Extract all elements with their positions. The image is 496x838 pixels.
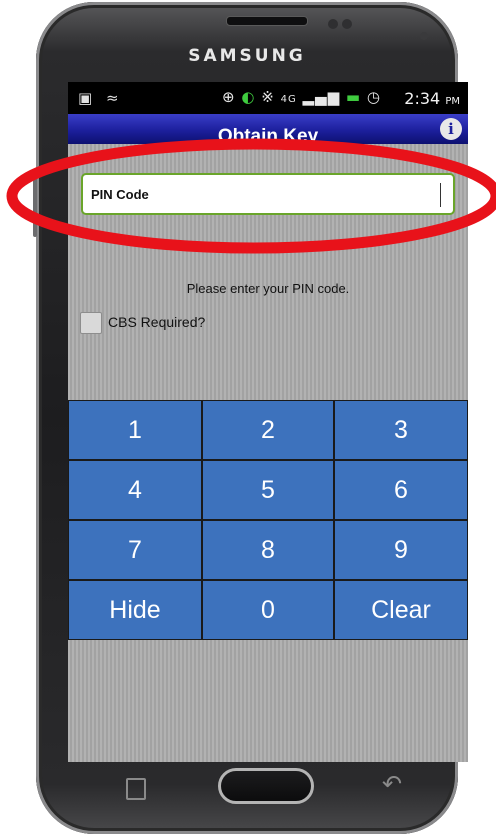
wifi-icon: ≈: [106, 89, 119, 107]
clock: 2:34 PM: [404, 89, 460, 108]
cell-signal-icon: ▂▄▆: [302, 88, 341, 106]
pin-code-label: PIN Code: [91, 187, 149, 202]
earpiece-speaker: [226, 16, 308, 26]
key-0[interactable]: 0: [202, 580, 334, 640]
key-hide[interactable]: Hide: [68, 580, 202, 640]
back-icon[interactable]: ↶: [382, 770, 402, 798]
home-button[interactable]: [218, 768, 314, 804]
status-icons: ⊕ ◐ ※ 4G ▂▄▆ ▬ ◷: [222, 88, 381, 106]
cbs-required-label[interactable]: CBS Required?: [108, 314, 205, 330]
key-clear[interactable]: Clear: [334, 580, 468, 640]
key-3[interactable]: 3: [334, 400, 468, 460]
alarm-icon: ◷: [366, 88, 381, 106]
info-icon[interactable]: i: [440, 118, 462, 140]
battery-icon: ▬: [345, 88, 362, 106]
cbs-required-checkbox[interactable]: [80, 312, 102, 334]
signal-icon: ◐: [241, 88, 256, 106]
key-8[interactable]: 8: [202, 520, 334, 580]
numeric-keypad: 1 2 3 4 5 6 7 8 9 Hide 0 Clear: [68, 400, 468, 640]
navigation-bar: ↶: [68, 762, 468, 818]
clock-time: 2:34: [404, 89, 441, 108]
key-9[interactable]: 9: [334, 520, 468, 580]
front-camera: [420, 32, 428, 40]
key-2[interactable]: 2: [202, 400, 334, 460]
text-caret: [440, 183, 441, 207]
volume-key[interactable]: [33, 177, 37, 237]
key-5[interactable]: 5: [202, 460, 334, 520]
stage: SAMSUNG ▣ ≈ ⊕ ◐ ※ 4G ▂▄▆ ▬ ◷ 2:34 PM Obt…: [0, 0, 496, 838]
pin-prompt-text: Please enter your PIN code.: [186, 281, 350, 296]
recent-apps-icon[interactable]: [126, 778, 146, 800]
proximity-sensor: [328, 19, 338, 29]
key-6[interactable]: 6: [334, 460, 468, 520]
main-content: PIN Code Please enter your PIN code. CBS…: [68, 144, 468, 762]
pin-code-input[interactable]: PIN Code: [81, 173, 455, 215]
gps-icon: ⊕: [222, 88, 236, 106]
bluetooth-icon: ※: [261, 88, 275, 106]
key-1[interactable]: 1: [68, 400, 202, 460]
page-title: Obtain Key: [217, 126, 319, 144]
title-bar: Obtain Key i: [68, 114, 468, 144]
gallery-icon: ▣: [78, 89, 93, 107]
status-bar: ▣ ≈ ⊕ ◐ ※ 4G ▂▄▆ ▬ ◷ 2:34 PM: [68, 82, 468, 114]
light-sensor: [342, 19, 352, 29]
clock-suffix: PM: [445, 96, 460, 107]
4g-lte-icon: 4G: [280, 94, 297, 105]
screen: ▣ ≈ ⊕ ◐ ※ 4G ▂▄▆ ▬ ◷ 2:34 PM Obtain Key …: [68, 82, 468, 762]
key-7[interactable]: 7: [68, 520, 202, 580]
key-4[interactable]: 4: [68, 460, 202, 520]
brand-logo: SAMSUNG: [188, 46, 306, 66]
